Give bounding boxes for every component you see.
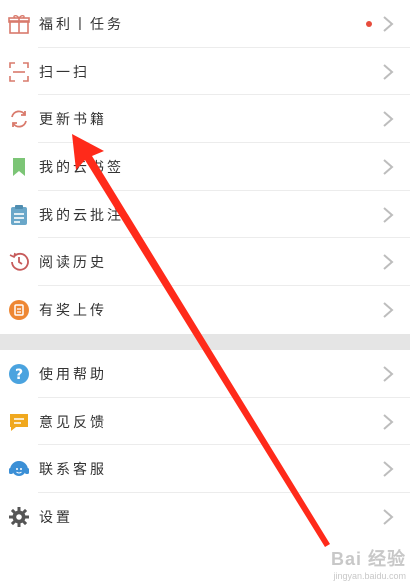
watermark-brand: Bai 经验 <box>330 549 406 569</box>
menu-item-settings[interactable]: 设置 <box>0 493 410 541</box>
watermark-url: jingyan.baidu.com <box>333 571 406 581</box>
gear-icon <box>8 506 30 528</box>
bookmark-icon <box>8 156 30 178</box>
menu-item-label: 扫一扫 <box>39 64 90 81</box>
customer-service-icon <box>8 458 30 480</box>
chevron-right-icon <box>383 63 394 80</box>
watermark: Bai 经验 jingyan.baidu.com <box>331 545 406 581</box>
chevron-right-icon <box>383 509 394 525</box>
gift-icon <box>8 13 30 35</box>
menu-item-label: 意见反馈 <box>39 414 107 431</box>
menu-item-customer-service[interactable]: 联系客服 <box>0 445 410 493</box>
section-divider <box>0 334 410 350</box>
chevron-right-icon <box>383 159 394 175</box>
menu-item-reading-history[interactable]: 阅读历史 <box>0 238 410 286</box>
menu-item-label: 我的云批注 <box>39 207 124 224</box>
menu-item-label: 我的云书签 <box>39 159 124 176</box>
menu-item-cloud-bookmarks[interactable]: 我的云书签 <box>0 143 410 191</box>
notification-dot <box>366 20 372 27</box>
chevron-right-icon <box>383 254 394 271</box>
upload-reward-icon <box>8 299 30 321</box>
help-icon: ? <box>8 363 30 385</box>
menu-item-feedback[interactable]: 意见反馈 <box>0 398 410 446</box>
menu-item-cloud-annotations[interactable]: 我的云批注 <box>0 191 410 239</box>
menu-group-top: 福利丨任务 扫一扫 更新书籍 我的云书签 我的云批注 阅读历史 有奖上传 <box>0 0 410 334</box>
scan-icon <box>8 61 30 83</box>
menu-item-label: 设置 <box>39 509 73 526</box>
clipboard-icon <box>8 204 30 226</box>
menu-item-label: 更新书籍 <box>39 112 107 129</box>
menu-item-scan[interactable]: 扫一扫 <box>0 48 410 96</box>
menu-item-help[interactable]: ? 使用帮助 <box>0 350 410 398</box>
menu-item-welfare-tasks[interactable]: 福利丨任务 <box>0 0 410 48</box>
menu-item-reward-upload[interactable]: 有奖上传 <box>0 286 410 334</box>
menu-item-label: 使用帮助 <box>39 366 107 383</box>
menu-item-label: 阅读历史 <box>39 255 107 272</box>
chevron-right-icon <box>383 302 394 318</box>
chevron-right-icon <box>383 413 394 430</box>
menu-item-label: 福利丨任务 <box>39 16 124 33</box>
refresh-icon <box>8 108 30 130</box>
history-icon <box>8 251 30 273</box>
menu-item-label: 有奖上传 <box>39 302 107 319</box>
chevron-right-icon <box>383 206 394 223</box>
feedback-icon <box>8 411 30 433</box>
chevron-right-icon <box>383 111 394 127</box>
chevron-right-icon <box>383 16 394 32</box>
menu-item-label: 联系客服 <box>39 462 107 479</box>
menu-item-update-books[interactable]: 更新书籍 <box>0 95 410 143</box>
menu-group-bottom: ? 使用帮助 意见反馈 联系客服 设置 <box>0 350 410 541</box>
svg-text:?: ? <box>15 367 23 383</box>
chevron-right-icon <box>383 461 394 477</box>
chevron-right-icon <box>383 366 394 382</box>
